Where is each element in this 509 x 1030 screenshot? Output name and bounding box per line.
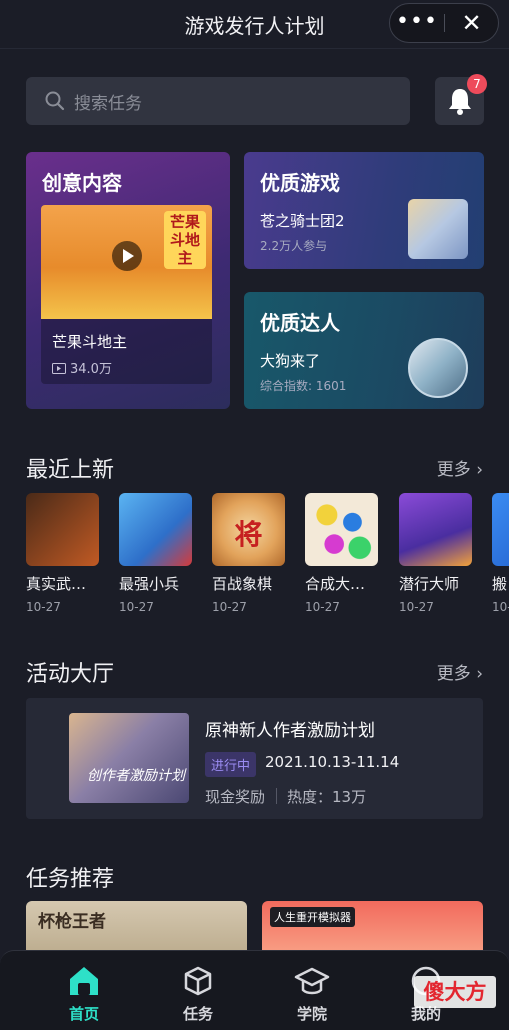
divider [276,788,277,804]
game-item[interactable]: 真实武… 10-27 [26,493,106,614]
game-item[interactable]: 最强小兵 10-27 [119,493,199,614]
game-date: 10-27 [305,600,340,614]
game-title: 合成大… [305,575,366,593]
search-input[interactable]: 搜索任务 [26,77,410,125]
tasks-section-title: 任务推荐 [26,867,115,892]
search-icon [45,91,65,111]
home-icon [70,967,98,995]
events-more-link[interactable]: 更多 › [437,659,483,684]
game-title: 搬 [492,575,508,593]
tab-home-label: 首页 [68,1005,99,1023]
mini-program-capsule: ••• ✕ [389,3,499,43]
event-poster: 创作者激励计划 [69,713,189,803]
close-icon[interactable]: ✕ [445,4,498,42]
poster-text: 创作者激励计划 [87,768,185,784]
game-date: 10-27 [119,600,154,614]
task-card-text: 人生重开模拟器 [270,907,355,927]
game-icon: 将 [212,493,285,566]
recent-games-list: 真实武… 10-27 最强小兵 10-27 将 百战象棋 10-27 合成大… … [26,493,509,623]
tab-tasks-label: 任务 [182,1005,213,1023]
game-date: 10-27 [212,600,247,614]
play-icon[interactable] [112,241,142,271]
video-name: 芒果斗地主 [52,333,128,351]
events-section-title: 活动大厅 [26,662,115,687]
event-heat: 热度：13万 [287,788,367,806]
game-title: 最强小兵 [119,575,180,593]
game-date: 10- [492,600,509,614]
event-dates: 2021.10.13-11.14 [265,753,400,771]
chevron-right-icon: › [476,664,483,684]
game-title: 潜行大师 [399,575,460,593]
recent-more-label: 更多 [436,460,471,480]
quality-talent-card[interactable]: 优质达人 大狗来了 综合指数: 1601 [244,292,484,409]
game-date: 10-27 [399,600,434,614]
recent-section-title: 最近上新 [26,458,115,483]
game-participants: 2.2万人参与 [260,239,328,253]
top-bar: 游戏发行人计划 ••• ✕ [0,0,509,49]
quality-game-title: 优质游戏 [260,171,340,195]
creative-content-card[interactable]: 创意内容 芒果 斗地主 芒果斗地主 34.0万 [26,152,230,409]
featured-video[interactable]: 芒果 斗地主 芒果斗地主 34.0万 [41,205,212,384]
search-placeholder: 搜索任务 [74,94,142,114]
watermark: 傻大方 [414,976,496,1008]
video-views: 34.0万 [52,358,112,377]
quality-talent-title: 优质达人 [260,311,340,335]
game-name: 苍之骑士团2 [260,212,345,230]
creative-card-title: 创意内容 [42,171,122,195]
game-title: 真实武… [26,575,87,593]
game-item[interactable]: 合成大… 10-27 [305,493,385,614]
event-title: 原神新人作者激励计划 [205,721,375,741]
recent-more-link[interactable]: 更多 › [437,455,483,480]
task-box-icon [184,966,212,996]
game-item[interactable]: 将 百战象棋 10-27 [212,493,292,614]
tab-academy-label: 学院 [296,1005,327,1023]
game-icon [492,493,509,566]
avatar [408,338,468,398]
game-icon [26,493,99,566]
more-dots-icon[interactable]: ••• [390,4,444,42]
game-cover-image [408,199,468,259]
game-icon [119,493,192,566]
view-count: 34.0万 [70,362,112,377]
status-badge: 进行中 [205,752,257,777]
chevron-right-icon: › [476,460,483,480]
game-icon [305,493,378,566]
talent-name: 大狗来了 [260,352,321,370]
game-date: 10-27 [26,600,61,614]
notification-badge: 7 [467,74,487,94]
quality-game-card[interactable]: 优质游戏 苍之骑士团2 2.2万人参与 [244,152,484,269]
graduation-cap-icon [294,967,330,995]
events-more-label: 更多 [436,664,471,684]
game-icon [399,493,472,566]
video-icon [52,363,66,374]
game-title: 百战象棋 [212,575,273,593]
game-item[interactable]: 潜行大师 10-27 [399,493,479,614]
game-logo: 芒果 斗地主 [164,211,206,269]
event-card[interactable]: 创作者激励计划 原神新人作者激励计划 进行中 2021.10.13-11.14 … [26,698,483,819]
task-card-text: 杯枪王者 [38,912,106,932]
event-reward: 现金奖励 [205,788,266,806]
video-thumbnail: 芒果 斗地主 [41,205,212,319]
talent-score: 综合指数: 1601 [260,379,347,393]
game-item[interactable]: 搬 10- [492,493,509,614]
